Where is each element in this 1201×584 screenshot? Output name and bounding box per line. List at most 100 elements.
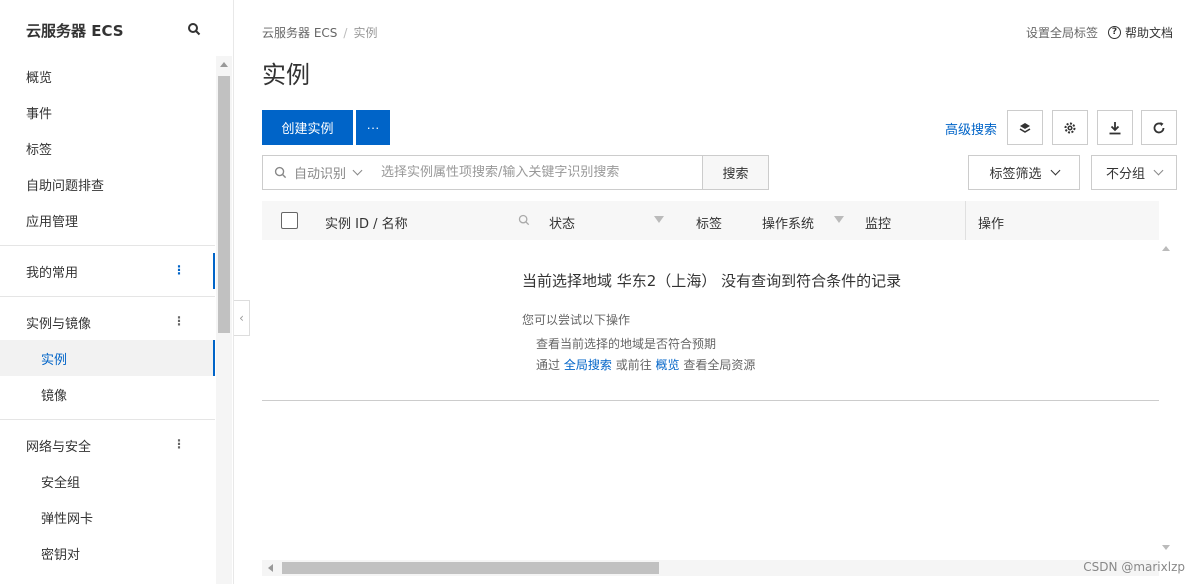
divider (0, 245, 215, 246)
column-header-id-name: 实例 ID / 名称 (325, 217, 408, 232)
sidebar-item-label: 标签 (26, 142, 53, 158)
group-select-value: 不分组 (1105, 167, 1145, 182)
sidebar-item-overview[interactable]: 概览 (0, 58, 215, 94)
tag-filter-label: 标签筛选 (989, 167, 1042, 182)
scroll-left-arrow-icon[interactable] (268, 564, 273, 572)
column-header-os: 操作系统 (762, 217, 815, 232)
search-icon[interactable] (518, 214, 530, 226)
divider (262, 400, 1159, 401)
sidebar-item-app-management[interactable]: 应用管理 (0, 202, 215, 238)
suggestion-text: 或前往 (615, 358, 652, 372)
column-header-actions: 操作 (965, 201, 1159, 240)
breadcrumb-current: 实例 (353, 26, 378, 40)
sidebar-item-label: 我的常用 (26, 265, 79, 281)
sidebar-item-eni[interactable]: 弹性网卡 (0, 499, 215, 535)
gear-icon (1064, 122, 1076, 133)
select-all-checkbox[interactable] (281, 212, 298, 229)
sidebar: 云服务器 ECS 概览 事件 标签 自助问题排查 应用管理 我的常用 ⋮ 实例与… (0, 0, 215, 584)
sidebar-item-troubleshoot[interactable]: 自助问题排查 (0, 166, 215, 202)
sidebar-item-label: 镜像 (41, 388, 68, 404)
filter-icon[interactable] (654, 216, 664, 223)
chevron-down-icon (1153, 165, 1164, 176)
global-tags-link[interactable]: 设置全局标签 (1026, 24, 1098, 41)
breadcrumb-root[interactable]: 云服务器 ECS (262, 26, 337, 40)
divider (0, 419, 215, 420)
sidebar-item-favorites[interactable]: 我的常用 ⋮ (0, 253, 215, 289)
table-horizontal-scrollbar[interactable] (262, 560, 1159, 576)
layers-icon (1019, 122, 1031, 133)
filter-icon[interactable] (834, 216, 844, 223)
sidebar-group-label: 网络与安全 (26, 439, 92, 455)
chevron-down-icon[interactable] (352, 165, 363, 176)
suggestion-text: 通过 (536, 358, 561, 372)
suggestion-text: 查看全局资源 (683, 358, 756, 372)
scrollbar-thumb[interactable] (282, 562, 659, 574)
sidebar-group-instances-images[interactable]: 实例与镜像 ⋮ (0, 304, 215, 340)
search-button[interactable]: 搜索 (703, 155, 769, 190)
create-instance-button[interactable]: 创建实例 (262, 110, 353, 145)
search-icon (274, 166, 288, 180)
sidebar-item-label: 应用管理 (26, 214, 79, 230)
divider (233, 0, 234, 584)
watermark: CSDN @marixlzp (1083, 560, 1185, 574)
search-input[interactable] (381, 165, 682, 180)
scroll-down-arrow-icon[interactable] (1162, 545, 1170, 550)
empty-state-title: 当前选择地域 华东2（上海） 没有查询到符合条件的记录 (522, 272, 902, 290)
global-search-link[interactable]: 全局搜索 (564, 358, 612, 372)
empty-state-hint: 您可以尝试以下操作 (522, 313, 631, 327)
layers-button[interactable] (1007, 110, 1043, 145)
sidebar-item-events[interactable]: 事件 (0, 94, 215, 130)
collapse-sidebar-button[interactable]: ‹ (234, 300, 250, 336)
advanced-search-link[interactable]: 高级搜索 (945, 119, 997, 138)
help-icon: ? (1107, 26, 1121, 39)
sidebar-item-label: 弹性网卡 (41, 511, 94, 527)
sidebar-item-instances[interactable]: 实例 (0, 340, 215, 376)
help-docs-label: 帮助文档 (1124, 26, 1173, 40)
table-header: 实例 ID / 名称 状态 标签 操作系统 监控 操作 (262, 201, 1159, 240)
sidebar-item-label: 自助问题排查 (26, 178, 105, 194)
sidebar-group-network-security[interactable]: 网络与安全 ⋮ (0, 427, 215, 463)
settings-button[interactable] (1052, 110, 1088, 145)
sidebar-item-label: 安全组 (41, 475, 81, 491)
sidebar-title: 云服务器 ECS (26, 21, 124, 40)
sidebar-item-security-groups[interactable]: 安全组 (0, 463, 215, 499)
divider (0, 296, 215, 297)
export-button[interactable] (1097, 110, 1133, 145)
search-icon[interactable] (187, 22, 203, 38)
sidebar-item-label: 概览 (26, 70, 53, 86)
column-header-tags: 标签 (696, 217, 723, 232)
column-header-monitor: 监控 (865, 217, 892, 232)
chevron-left-icon: ‹ (239, 311, 244, 325)
main-content: 云服务器 ECS / 实例 设置全局标签 ? 帮助文档 实例 创建实例 ··· 高级… (262, 0, 1177, 584)
scroll-up-arrow-icon[interactable] (1162, 246, 1170, 251)
overview-link[interactable]: 概览 (656, 358, 680, 372)
empty-state-suggestion: 通过 全局搜索 或前往 概览 查看全局资源 (536, 356, 755, 373)
sidebar-header: 云服务器 ECS (0, 0, 215, 60)
scroll-up-arrow-icon[interactable] (220, 62, 228, 67)
sidebar-scrollbar[interactable] (216, 56, 232, 584)
tag-filter-button[interactable]: 标签筛选 (968, 155, 1080, 190)
sidebar-item-tags[interactable]: 标签 (0, 130, 215, 166)
chevron-down-icon (1050, 165, 1060, 176)
breadcrumb: 云服务器 ECS / 实例 (262, 24, 377, 41)
top-links: 设置全局标签 ? 帮助文档 (1026, 24, 1173, 41)
sidebar-item-images[interactable]: 镜像 (0, 376, 215, 412)
table-vertical-scrollbar[interactable] (1158, 240, 1174, 558)
empty-state-suggestion: 查看当前选择的地域是否符合预期 (536, 337, 717, 351)
more-actions-button[interactable]: ··· (356, 110, 390, 145)
sidebar-item-label: 实例 (41, 352, 68, 368)
sidebar-item-label: 密钥对 (41, 547, 81, 563)
breadcrumb-separator: / (343, 26, 348, 40)
download-icon (1109, 121, 1121, 134)
group-select[interactable]: 不分组 (1091, 155, 1177, 190)
sidebar-item-keypairs[interactable]: 密钥对 (0, 535, 215, 571)
search-mode-select[interactable]: 自动识别 (294, 163, 346, 182)
more-vertical-icon[interactable]: ⋮ (173, 437, 185, 451)
column-header-status: 状态 (549, 217, 576, 232)
scrollbar-thumb[interactable] (218, 76, 230, 333)
more-vertical-icon[interactable]: ⋮ (173, 314, 185, 328)
refresh-button[interactable] (1141, 110, 1177, 145)
help-docs-link[interactable]: ? 帮助文档 (1107, 24, 1173, 41)
more-vertical-icon[interactable]: ⋮ (173, 263, 185, 277)
refresh-icon (1153, 121, 1165, 133)
